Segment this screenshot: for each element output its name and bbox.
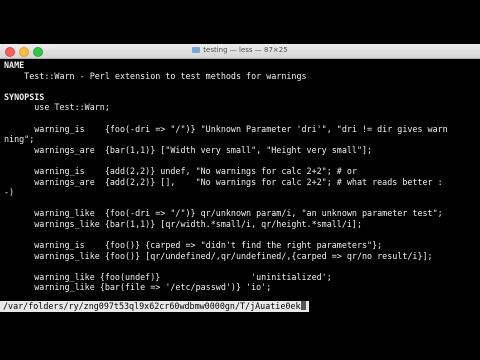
terminal-line: Test::Warn - Perl extension to test meth… xyxy=(4,70,307,81)
terminal-line: warnings_like {foo()} [qr/undefined/,qr/… xyxy=(4,250,433,261)
terminal-window: testing — less — 87×25 NAME Test::Warn -… xyxy=(0,44,480,312)
terminal-line: warning_is {foo(-dri => "/")} "Unknown P… xyxy=(4,123,448,134)
folder-icon xyxy=(192,47,201,53)
terminal-output[interactable]: NAME Test::Warn - Perl extension to test… xyxy=(0,59,480,293)
terminal-line: -) xyxy=(4,187,15,198)
window-title: testing — less — 87×25 xyxy=(0,46,480,54)
title-bar[interactable]: testing — less — 87×25 xyxy=(0,44,480,59)
terminal-line: ning"; xyxy=(4,134,35,145)
terminal-line: warnings_like {bar(1,1)} [qr/width.*smal… xyxy=(4,218,362,229)
terminal-line: warnings_are {add(2,2)} [], "No warnings… xyxy=(4,176,443,187)
terminal-line: use Test::Warn; xyxy=(4,102,110,113)
terminal-line: warnings_are {bar(1,1)} ["Width very sma… xyxy=(4,144,373,155)
section-heading: SYNOPSIS xyxy=(4,91,45,102)
terminal-line: warning_like {foo(-dri => "/")} qr/unkno… xyxy=(4,208,443,219)
less-prompt[interactable]: /var/folders/ry/zng097t53ql9x62cr60wdbmw… xyxy=(0,301,309,312)
less-prompt-text: /var/folders/ry/zng097t53ql9x62cr60wdbmw… xyxy=(3,301,301,311)
terminal-line: warning_is {add(2,2)} undef, "No warning… xyxy=(4,165,357,176)
text-cursor xyxy=(300,301,306,310)
window-title-text: testing — less — 87×25 xyxy=(203,46,288,54)
section-heading: NAME xyxy=(4,60,25,70)
terminal-line: warning_is {foo()} {carped => "didn't fi… xyxy=(4,240,383,251)
terminal-line: warning_like {bar(file => '/etc/passwd')… xyxy=(4,282,272,293)
terminal-line: warning_like {foo(undef)} 'uninitialized… xyxy=(4,271,332,282)
